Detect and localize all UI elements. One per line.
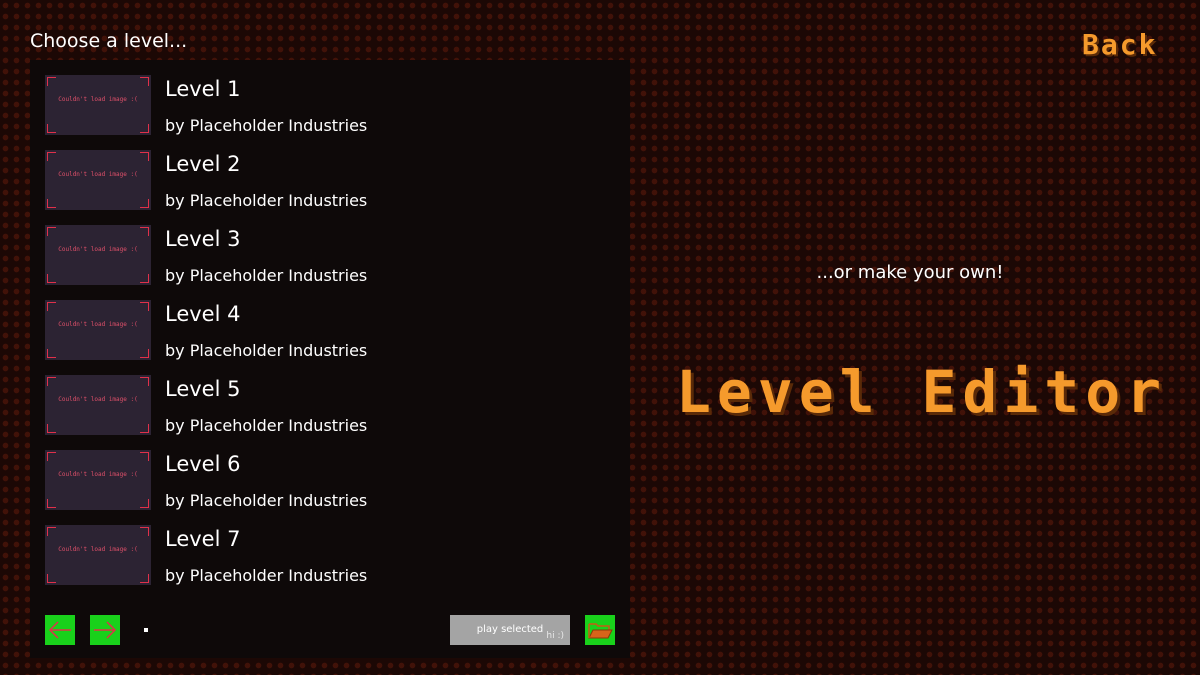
level-name: Level 6: [165, 452, 241, 476]
level-item-2[interactable]: Couldn't load image :( Level 2 by Placeh…: [45, 150, 605, 225]
level-item-4[interactable]: Couldn't load image :( Level 4 by Placeh…: [45, 300, 605, 375]
thumbnail-error-text: Couldn't load image :(: [58, 471, 138, 478]
open-folder-button[interactable]: [585, 615, 615, 645]
level-panel: Couldn't load image :( Level 1 by Placeh…: [30, 60, 630, 658]
level-thumbnail: Couldn't load image :(: [45, 450, 151, 510]
level-name: Level 7: [165, 527, 241, 551]
level-thumbnail: Couldn't load image :(: [45, 225, 151, 285]
level-author: by Placeholder Industries: [165, 416, 368, 435]
thumbnail-error-text: Couldn't load image :(: [58, 321, 138, 328]
thumbnail-error-text: Couldn't load image :(: [58, 171, 138, 178]
make-your-own-text: ...or make your own!: [816, 262, 1004, 283]
level-author: by Placeholder Industries: [165, 191, 368, 210]
level-name: Level 5: [165, 377, 241, 401]
thumbnail-error-text: Couldn't load image :(: [58, 96, 138, 103]
back-button[interactable]: Back: [1082, 28, 1157, 61]
level-item-7[interactable]: Couldn't load image :( Level 7 by Placeh…: [45, 525, 605, 600]
level-item-3[interactable]: Couldn't load image :( Level 3 by Placeh…: [45, 225, 605, 300]
level-author: by Placeholder Industries: [165, 341, 368, 360]
next-page-button[interactable]: [90, 615, 120, 645]
level-name: Level 3: [165, 227, 241, 251]
level-thumbnail: Couldn't load image :(: [45, 75, 151, 135]
level-author: by Placeholder Industries: [165, 491, 368, 510]
level-author: by Placeholder Industries: [165, 566, 368, 585]
folder-open-icon: [588, 623, 613, 639]
level-thumbnail: Couldn't load image :(: [45, 150, 151, 210]
play-selected-button[interactable]: play selected hi :): [450, 615, 570, 645]
page-title: Choose a level...: [30, 30, 188, 52]
level-item-5[interactable]: Couldn't load image :( Level 5 by Placeh…: [45, 375, 605, 450]
arrow-right-icon: [94, 621, 117, 639]
level-name: Level 4: [165, 302, 241, 326]
level-author: by Placeholder Industries: [165, 266, 368, 285]
level-editor-button[interactable]: Level Editor: [676, 358, 1167, 426]
thumbnail-error-text: Couldn't load image :(: [58, 246, 138, 253]
thumbnail-error-text: Couldn't load image :(: [58, 396, 138, 403]
previous-page-button[interactable]: [45, 615, 75, 645]
level-author: by Placeholder Industries: [165, 116, 368, 135]
level-list: Couldn't load image :( Level 1 by Placeh…: [45, 75, 605, 600]
level-name: Level 2: [165, 152, 241, 176]
page-indicator: [144, 628, 148, 632]
level-name: Level 1: [165, 77, 241, 101]
level-thumbnail: Couldn't load image :(: [45, 300, 151, 360]
level-thumbnail: Couldn't load image :(: [45, 375, 151, 435]
play-sub-label: hi :): [546, 631, 564, 641]
level-item-1[interactable]: Couldn't load image :( Level 1 by Placeh…: [45, 75, 605, 150]
arrow-left-icon: [48, 621, 71, 639]
thumbnail-error-text: Couldn't load image :(: [58, 546, 138, 553]
level-thumbnail: Couldn't load image :(: [45, 525, 151, 585]
level-item-6[interactable]: Couldn't load image :( Level 6 by Placeh…: [45, 450, 605, 525]
